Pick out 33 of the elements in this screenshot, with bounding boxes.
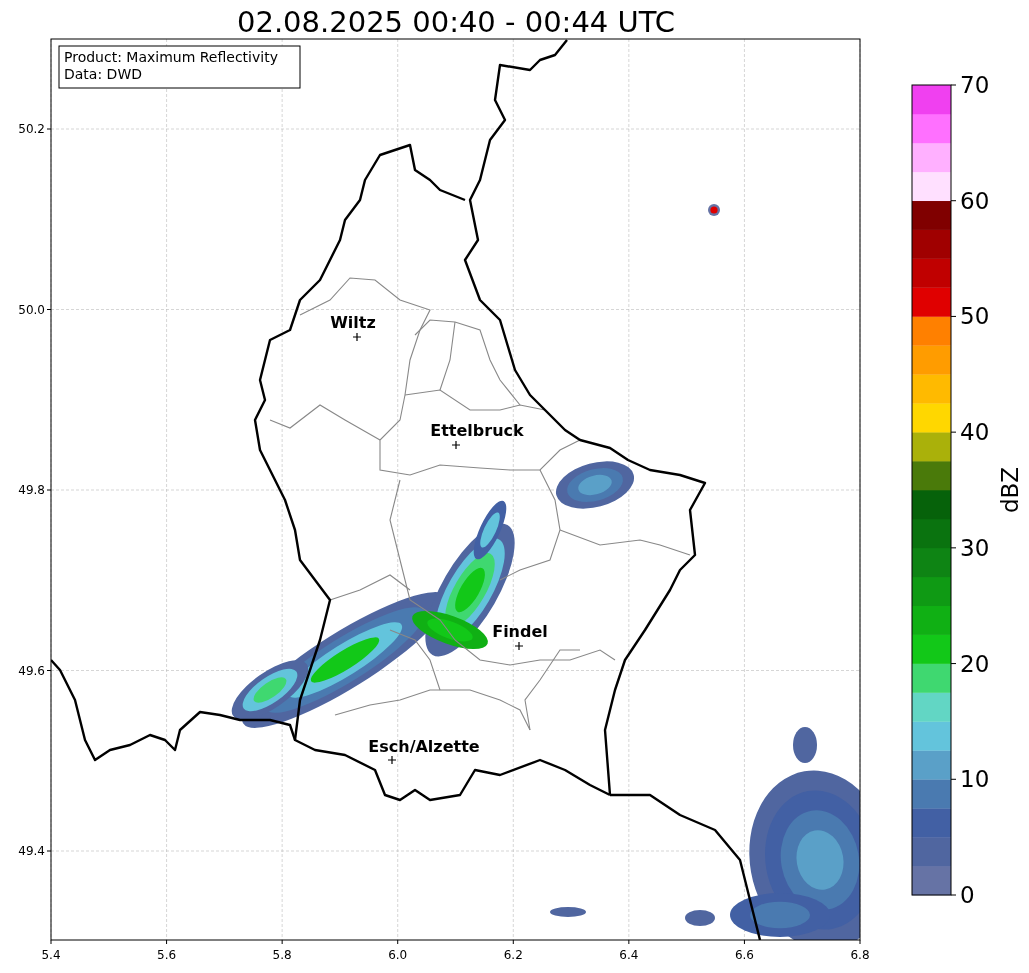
x-tick-label: 6.8 [850, 948, 870, 962]
info-text: Product: Maximum Reflectivity [64, 49, 278, 65]
x-tick-label: 6.0 [388, 948, 408, 962]
city-marker-icon [514, 641, 524, 651]
x-tick-label: 5.6 [157, 948, 177, 962]
city-label: Esch/Alzette [368, 737, 480, 756]
x-tick-label: 5.4 [41, 948, 61, 962]
info-text: Data: DWD [64, 66, 142, 82]
colorbar-tick-label: 60 [960, 187, 990, 214]
y-tick-label: 50.0 [18, 302, 45, 317]
x-tick-label: 6.4 [619, 948, 639, 962]
city-label: Findel [492, 622, 548, 641]
colorbar-tick-label: 20 [960, 650, 990, 677]
x-tick-label: 5.8 [272, 948, 292, 962]
chart-title: 02.08.2025 00:40 - 00:44 UTC [237, 5, 675, 39]
city-marker-icon [387, 755, 397, 765]
colorbar-tick-label: 50 [960, 303, 990, 330]
colorbar-tick-label: 0 [960, 882, 975, 908]
x-tick-label: 6.6 [734, 948, 754, 962]
colorbar-label: dBZ [997, 466, 1023, 514]
city-label: Ettelbruck [430, 421, 524, 440]
colorbar-tick-label: 70 [960, 72, 990, 98]
x-tick-label: 6.2 [503, 948, 523, 962]
y-tick-label: 50.2 [18, 122, 45, 136]
y-tick-label: 49.6 [18, 663, 45, 678]
city-label: Wiltz [330, 313, 376, 332]
colorbar-tick-label: 40 [960, 419, 990, 446]
city-marker-icon [352, 332, 362, 342]
y-tick-label: 49.8 [18, 483, 45, 497]
y-tick-label: 49.4 [18, 844, 45, 858]
city-marker-icon [451, 440, 461, 450]
colorbar-tick-label: 30 [960, 534, 990, 561]
colorbar-tick-label: 10 [960, 766, 990, 793]
